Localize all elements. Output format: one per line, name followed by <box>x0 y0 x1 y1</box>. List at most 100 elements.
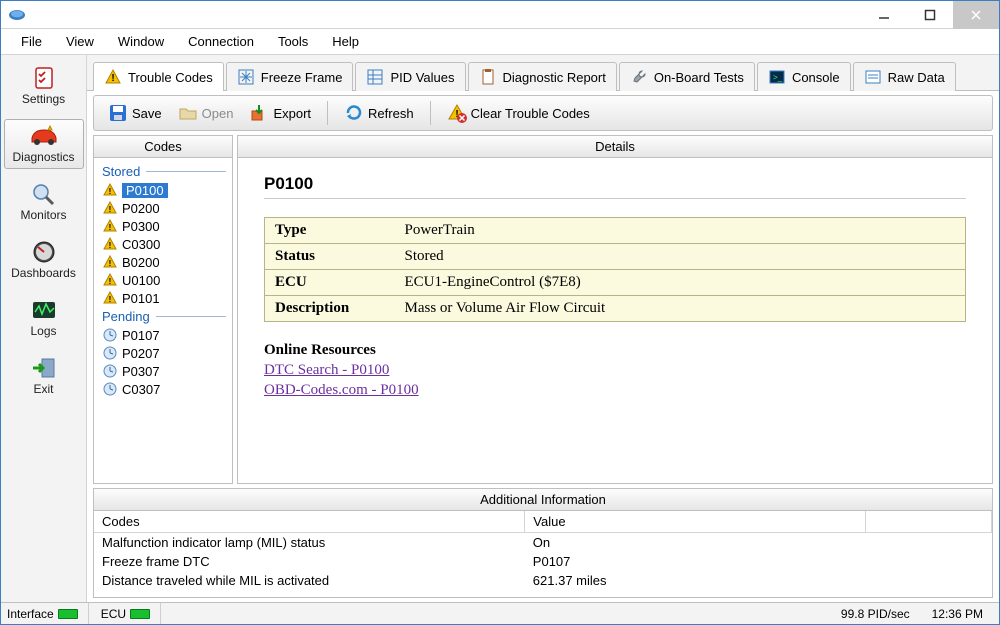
code-text: C0307 <box>122 382 160 397</box>
checklist-icon <box>28 66 60 90</box>
menu-window[interactable]: Window <box>106 30 176 53</box>
side-logs[interactable]: Logs <box>4 293 84 343</box>
code-text: P0100 <box>122 183 168 198</box>
menu-tools[interactable]: Tools <box>266 30 320 53</box>
warning-triangle-icon: ! <box>102 182 118 198</box>
code-item[interactable]: !P0300 <box>96 217 230 235</box>
menu-connection[interactable]: Connection <box>176 30 266 53</box>
additional-info-panel: Additional Information Codes Value Malfu… <box>93 488 993 598</box>
svg-text:!: ! <box>109 205 112 214</box>
status-clock: 12:36 PM <box>932 603 993 624</box>
detail-type-label: Type <box>265 218 395 244</box>
statusbar: Interface ECU 99.8 PID/sec 12:36 PM <box>1 602 999 624</box>
led-indicator-icon <box>58 609 78 619</box>
online-resources-heading: Online Resources <box>264 342 966 359</box>
side-exit[interactable]: Exit <box>4 351 84 401</box>
code-item[interactable]: P0107 <box>96 326 230 344</box>
codes-panel: Codes Stored !P0100!P0200!P0300!C0300!B0… <box>93 135 233 484</box>
svg-text:!: ! <box>109 295 112 304</box>
warning-triangle-icon: ! <box>102 218 118 234</box>
status-interface: Interface <box>7 603 89 624</box>
export-button[interactable]: Export <box>243 100 317 126</box>
code-item[interactable]: !P0101 <box>96 289 230 307</box>
menu-view[interactable]: View <box>54 30 106 53</box>
code-item[interactable]: C0307 <box>96 380 230 398</box>
tab-label: Raw Data <box>888 70 945 85</box>
warning-triangle-icon: ! <box>104 68 122 86</box>
menu-file[interactable]: File <box>9 30 54 53</box>
warning-triangle-icon: ! <box>102 236 118 252</box>
window-maximize-button[interactable] <box>907 1 953 29</box>
details-body[interactable]: P0100 TypePowerTrain StatusStored ECUECU… <box>238 158 992 483</box>
action-toolbar: Save Open Export Refresh ! Clear Trouble… <box>93 95 993 131</box>
car-icon <box>28 124 60 148</box>
addinfo-row[interactable]: Freeze frame DTCP0107 <box>94 552 992 571</box>
side-label: Diagnostics <box>12 150 74 164</box>
tab-on-board-tests[interactable]: On-Board Tests <box>619 62 755 91</box>
warning-triangle-icon: ! <box>102 200 118 216</box>
tab-diagnostic-report[interactable]: Diagnostic Report <box>468 62 617 91</box>
tab-label: Diagnostic Report <box>503 70 606 85</box>
side-dashboards[interactable]: Dashboards <box>4 235 84 285</box>
addinfo-value: P0107 <box>525 552 866 571</box>
menubar: File View Window Connection Tools Help <box>1 29 999 55</box>
magnifier-icon <box>28 182 60 206</box>
addinfo-row[interactable]: Distance traveled while MIL is activated… <box>94 571 992 590</box>
code-text: P0200 <box>122 201 160 216</box>
status-pid-rate: 99.8 PID/sec <box>841 603 920 624</box>
code-text: C0300 <box>122 237 160 252</box>
svg-text:!: ! <box>109 277 112 286</box>
clear-codes-button[interactable]: ! Clear Trouble Codes <box>441 100 596 126</box>
titlebar <box>1 1 999 29</box>
side-diagnostics[interactable]: Diagnostics <box>4 119 84 169</box>
addinfo-key: Freeze frame DTC <box>94 552 525 571</box>
tab-pid-values[interactable]: PID Values <box>355 62 465 91</box>
refresh-button[interactable]: Refresh <box>338 100 420 126</box>
code-item[interactable]: ! C0300 <box>96 235 230 253</box>
pending-group-label: Pending <box>96 307 230 326</box>
side-settings[interactable]: Settings <box>4 61 84 111</box>
detail-ecu-value: ECU1-EngineControl ($7E8) <box>395 270 966 296</box>
raw-data-icon <box>864 68 882 86</box>
side-monitors[interactable]: Monitors <box>4 177 84 227</box>
side-label: Settings <box>22 92 65 106</box>
tab-trouble-codes[interactable]: ! Trouble Codes <box>93 62 224 91</box>
warning-triangle-icon: ! <box>102 254 118 270</box>
button-label: Refresh <box>368 106 414 121</box>
code-item[interactable]: !B0200 <box>96 253 230 271</box>
tab-freeze-frame[interactable]: Freeze Frame <box>226 62 354 91</box>
led-indicator-icon <box>130 609 150 619</box>
warning-triangle-icon: ! <box>102 290 118 306</box>
code-item[interactable]: P0207 <box>96 344 230 362</box>
code-item[interactable]: ! P0100 <box>96 181 230 199</box>
svg-text:!: ! <box>109 187 112 196</box>
tab-label: Freeze Frame <box>261 70 343 85</box>
status-ecu: ECU <box>101 603 161 624</box>
link-obd-codes[interactable]: OBD-Codes.com - P0100 <box>264 381 966 401</box>
code-item[interactable]: !U0100 <box>96 271 230 289</box>
tab-label: Trouble Codes <box>128 70 213 85</box>
codes-list[interactable]: Stored ! P0100! P0200!P0300! C0300!B0200!U0… <box>94 158 232 483</box>
status-ecu-label: ECU <box>101 607 126 621</box>
save-button[interactable]: Save <box>102 100 168 126</box>
code-item[interactable]: ! P0200 <box>96 199 230 217</box>
addinfo-col-value[interactable]: Value <box>525 511 866 533</box>
tab-console[interactable]: >_ Console <box>757 62 851 91</box>
detail-type-value: PowerTrain <box>395 218 966 244</box>
addinfo-row[interactable]: Malfunction indicator lamp (MIL) statusO… <box>94 533 992 553</box>
tab-raw-data[interactable]: Raw Data <box>853 62 956 91</box>
open-button[interactable]: Open <box>172 100 240 126</box>
window-close-button[interactable] <box>953 1 999 29</box>
side-label: Dashboards <box>11 266 76 280</box>
menu-help[interactable]: Help <box>320 30 371 53</box>
code-text: P0207 <box>122 346 160 361</box>
link-dtc-search[interactable]: DTC Search - P0100 <box>264 361 966 381</box>
tab-label: Console <box>792 70 840 85</box>
code-item[interactable]: P0307 <box>96 362 230 380</box>
stored-group-label: Stored <box>96 162 230 181</box>
addinfo-col-codes[interactable]: Codes <box>94 511 525 533</box>
tab-label: On-Board Tests <box>654 70 744 85</box>
window-minimize-button[interactable] <box>861 1 907 29</box>
detail-status-value: Stored <box>395 244 966 270</box>
addinfo-col-blank <box>866 511 992 533</box>
